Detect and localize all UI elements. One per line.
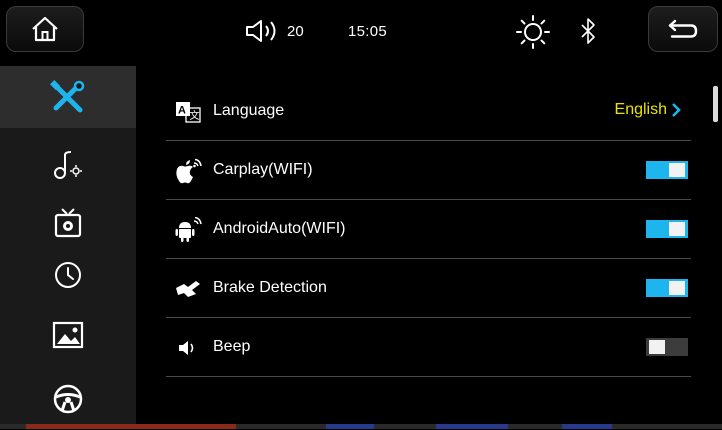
carplay-label: Carplay(WIFI) <box>213 161 313 178</box>
volume-level: 20 <box>287 23 304 40</box>
bottom-dock-strip <box>0 424 722 429</box>
back-arrow-icon <box>668 19 698 38</box>
apple-wifi-icon <box>174 158 202 184</box>
brake-detection-row[interactable]: Brake Detection <box>166 259 691 318</box>
androidauto-row[interactable]: AndroidAuto(WIFI) <box>166 200 691 259</box>
language-label: Language <box>213 102 285 119</box>
toggle-knob <box>669 222 685 236</box>
music-settings-icon <box>54 151 82 179</box>
language-current-value: English <box>614 101 667 118</box>
clock: 15:05 <box>348 23 388 40</box>
sidebar-item-wallpaper[interactable] <box>0 304 136 366</box>
dock-segment <box>562 424 612 429</box>
sidebar-item-general[interactable] <box>0 66 136 128</box>
steering-wheel-icon <box>53 384 83 414</box>
dock-segment <box>26 424 236 429</box>
beep-icon <box>174 335 202 361</box>
sidebar-item-audio[interactable] <box>0 134 136 196</box>
svg-text:A: A <box>178 105 186 117</box>
dock-segment <box>436 424 508 429</box>
toggle-knob <box>669 163 685 177</box>
androidauto-label: AndroidAuto(WIFI) <box>213 220 346 237</box>
settings-tools-icon <box>50 80 85 113</box>
brightness-icon[interactable] <box>515 14 551 50</box>
language-row[interactable]: A 文 Language English <box>166 82 691 141</box>
sidebar-item-time[interactable] <box>0 244 136 306</box>
toggle-knob <box>669 281 685 295</box>
clock-icon <box>55 262 81 288</box>
home-button[interactable] <box>6 6 84 52</box>
androidauto-toggle[interactable] <box>646 220 688 238</box>
home-icon <box>32 16 58 42</box>
carplay-row[interactable]: Carplay(WIFI) <box>166 141 691 200</box>
beep-row[interactable]: Beep <box>166 318 691 377</box>
beep-toggle[interactable] <box>646 338 688 356</box>
dock-segment <box>326 424 374 429</box>
toggle-knob <box>649 340 665 354</box>
picture-icon <box>52 321 84 349</box>
bluetooth-icon <box>581 18 595 44</box>
brake-detection-toggle[interactable] <box>646 279 688 297</box>
beep-label: Beep <box>213 338 251 355</box>
android-wifi-icon <box>174 217 202 243</box>
back-button[interactable] <box>648 6 718 52</box>
carplay-toggle[interactable] <box>646 161 688 179</box>
speaker-icon <box>246 20 276 42</box>
chevron-right-icon <box>672 103 681 117</box>
language-icon: A 文 <box>174 99 202 125</box>
settings-category-sidebar <box>0 66 136 429</box>
language-value[interactable]: English <box>615 101 681 119</box>
brake-icon <box>174 276 202 302</box>
brake-detection-label: Brake Detection <box>213 279 327 296</box>
tv-settings-icon <box>54 208 82 238</box>
settings-list: A 文 Language English Carplay(WIFI) Andro… <box>136 62 722 429</box>
svg-text:文: 文 <box>190 109 200 122</box>
status-bar: 20 15:05 <box>0 0 722 62</box>
scrollbar[interactable] <box>713 86 718 122</box>
sidebar-item-steering[interactable] <box>0 368 136 430</box>
